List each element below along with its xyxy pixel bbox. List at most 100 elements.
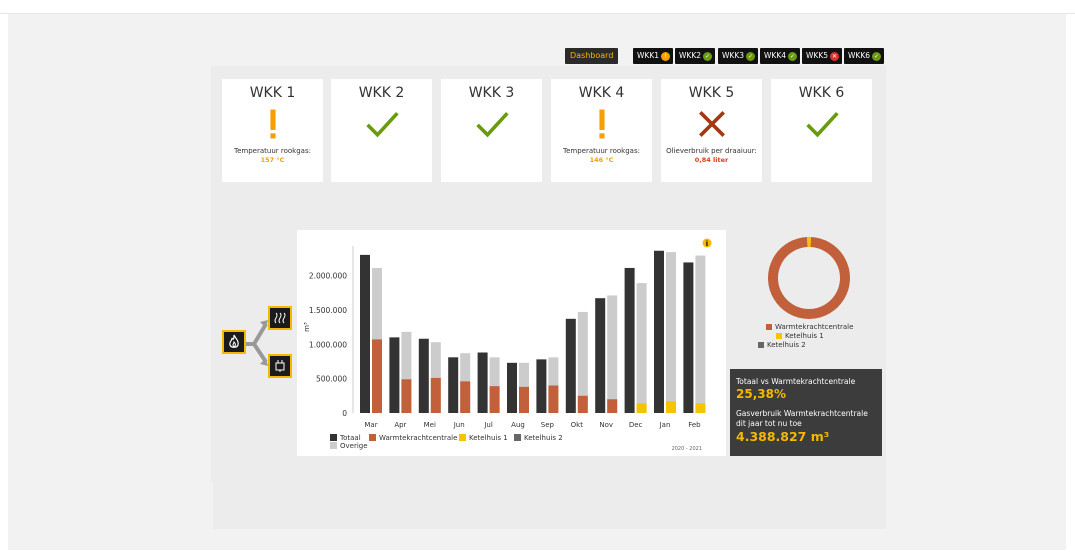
card-metric-value: 157 °C bbox=[260, 156, 285, 164]
bar-ketelhuis-1 bbox=[666, 401, 676, 413]
tab-label: WKK4 bbox=[764, 51, 787, 60]
gas-usage-chart: 0 500.000 1.000.000 1.500.000 2.000.000 m³ Mar… bbox=[297, 230, 726, 456]
exclamation-icon bbox=[222, 105, 323, 143]
legend-swatch bbox=[459, 434, 466, 441]
bar-totaal bbox=[448, 357, 459, 413]
card-title: WKK 3 bbox=[468, 85, 515, 101]
check-icon bbox=[771, 105, 872, 143]
bar-chart-svg: 0 500.000 1.000.000 1.500.000 2.000.000 m³ Mar… bbox=[303, 238, 712, 452]
tab-label: WKK5 bbox=[806, 51, 829, 60]
wkk-card-5[interactable]: WKK 5 Olieverbruik per draaiuur: 0,84 li… bbox=[661, 79, 762, 182]
wkk-card-6[interactable]: WKK 6 bbox=[771, 79, 872, 182]
tab-wkk3[interactable]: WKK3 ✓ bbox=[718, 48, 759, 64]
bar-overige bbox=[695, 255, 706, 413]
heat-output-icon bbox=[268, 306, 292, 330]
energy-flow-diagram bbox=[222, 306, 294, 378]
tab-label: WKK1 bbox=[637, 51, 660, 60]
x-tick-label: Mar bbox=[364, 421, 377, 429]
ratio-value: 25,38% bbox=[736, 387, 786, 401]
legend-swatch bbox=[514, 434, 521, 441]
card-title: WKK 5 bbox=[688, 85, 735, 101]
tab-wkk1[interactable]: WKK1! bbox=[633, 48, 674, 64]
legend-swatch-warmte bbox=[766, 324, 772, 330]
x-tick-label: Aug bbox=[511, 421, 525, 429]
wkk-card-1[interactable]: WKK 1 Temperatuur rookgas: 157 °C bbox=[222, 79, 323, 182]
bar-warmtekrachtcentrale bbox=[430, 377, 441, 413]
dashboard-tab[interactable]: Dashboard bbox=[565, 48, 619, 64]
donut-legend-item: Ketelhuis 1 bbox=[785, 332, 824, 340]
bar-warmtekrachtcentrale bbox=[372, 339, 382, 413]
tab-label: WKK6 bbox=[848, 51, 871, 60]
check-icon: ✓ bbox=[703, 51, 713, 61]
donut-legend-item: Ketelhuis 2 bbox=[767, 341, 806, 349]
tab-wkk2[interactable]: WKK2 ✓ bbox=[675, 48, 716, 64]
bar-ketelhuis-1 bbox=[636, 403, 647, 413]
bar-warmtekrachtcentrale bbox=[401, 379, 412, 413]
tab-wkk6[interactable]: WKK6 ✓ bbox=[844, 48, 885, 64]
check-icon bbox=[441, 105, 542, 143]
legend-label: Totaal bbox=[339, 434, 361, 442]
bar-totaal bbox=[565, 318, 576, 413]
bar-warmtekrachtcentrale bbox=[489, 386, 500, 413]
cross-icon bbox=[661, 105, 762, 143]
bar-totaal bbox=[654, 250, 664, 413]
bar-totaal bbox=[360, 254, 370, 413]
legend-swatch bbox=[330, 434, 337, 441]
legend-label: Overige bbox=[340, 442, 368, 450]
donut-legend-item: Warmtekrachtcentrale bbox=[775, 323, 854, 331]
bar-totaal bbox=[507, 362, 517, 413]
x-tick-label: Jun bbox=[453, 421, 465, 429]
tab-label: WKK3 bbox=[722, 51, 745, 60]
flame-source-icon bbox=[222, 330, 246, 354]
check-icon bbox=[331, 105, 432, 143]
card-metric-label: Temperatuur rookgas: bbox=[234, 147, 311, 155]
legend-swatch-ketel1 bbox=[776, 333, 782, 339]
check-icon: ✓ bbox=[788, 51, 798, 61]
card-title: WKK 4 bbox=[578, 85, 625, 101]
bar-warmtekrachtcentrale bbox=[577, 395, 588, 413]
bar-warmtekrachtcentrale bbox=[607, 399, 618, 413]
summary-panel: Totaal vs Warmtekrachtcentrale 25,38% Ga… bbox=[730, 369, 882, 456]
wkk-card-3[interactable]: WKK 3 bbox=[441, 79, 542, 182]
card-metric-label: Olieverbruik per draaiuur: bbox=[666, 147, 757, 155]
legend-swatch-ketel2 bbox=[758, 342, 764, 348]
legend-label: Ketelhuis 1 bbox=[469, 434, 508, 442]
electricity-output-icon bbox=[268, 354, 292, 378]
gas-value: 4.388.827 m³ bbox=[736, 429, 830, 444]
y-tick-label: 500.000 bbox=[316, 375, 347, 384]
card-title: WKK 1 bbox=[249, 85, 296, 101]
card-metric-value: 0,84 liter bbox=[694, 156, 729, 164]
wkk-card-2[interactable]: WKK 2 bbox=[331, 79, 432, 182]
x-tick-label: Mei bbox=[424, 421, 436, 429]
bar-totaal bbox=[536, 359, 547, 413]
wkk-card-4[interactable]: WKK 4 Temperatuur rookgas: 146 °C bbox=[551, 79, 652, 182]
bottom-panel bbox=[213, 482, 886, 529]
bar-warmtekrachtcentrale bbox=[519, 386, 529, 413]
tab-wkk5[interactable]: WKK5 ✕ bbox=[802, 48, 843, 64]
x-tick-label: Jan bbox=[659, 421, 671, 429]
bar-totaal bbox=[683, 262, 694, 413]
x-tick-label: Dec bbox=[629, 421, 643, 429]
card-title: WKK 6 bbox=[798, 85, 845, 101]
bar-overige bbox=[636, 283, 647, 413]
y-tick-label: 1.000.000 bbox=[309, 340, 347, 349]
x-tick-label: Feb bbox=[688, 421, 701, 429]
y-tick-label: 2.000.000 bbox=[309, 272, 347, 281]
legend-swatch bbox=[330, 442, 337, 449]
y-tick-label: 0 bbox=[342, 409, 347, 418]
bar-ketelhuis-1 bbox=[695, 403, 706, 413]
exclamation-icon bbox=[551, 105, 652, 143]
donut-legend: Warmtekrachtcentrale Ketelhuis 1 Ketelhu… bbox=[758, 323, 853, 350]
bar-totaal bbox=[477, 352, 488, 413]
bar-overige bbox=[607, 295, 618, 413]
gas-label: Gasverbruik Warmtekrachtcentrale dit jaa… bbox=[736, 409, 868, 428]
card-title: WKK 2 bbox=[358, 85, 405, 101]
bar-warmtekrachtcentrale bbox=[460, 381, 471, 413]
tab-wkk4[interactable]: WKK4 ✓ bbox=[760, 48, 801, 64]
bar-overige bbox=[666, 252, 676, 413]
check-icon: ✓ bbox=[872, 51, 882, 61]
card-metric-label: Temperatuur rookgas: bbox=[563, 147, 640, 155]
check-icon: ✓ bbox=[746, 51, 756, 61]
y-axis-label: m³ bbox=[303, 322, 311, 332]
bar-totaal bbox=[418, 338, 429, 413]
